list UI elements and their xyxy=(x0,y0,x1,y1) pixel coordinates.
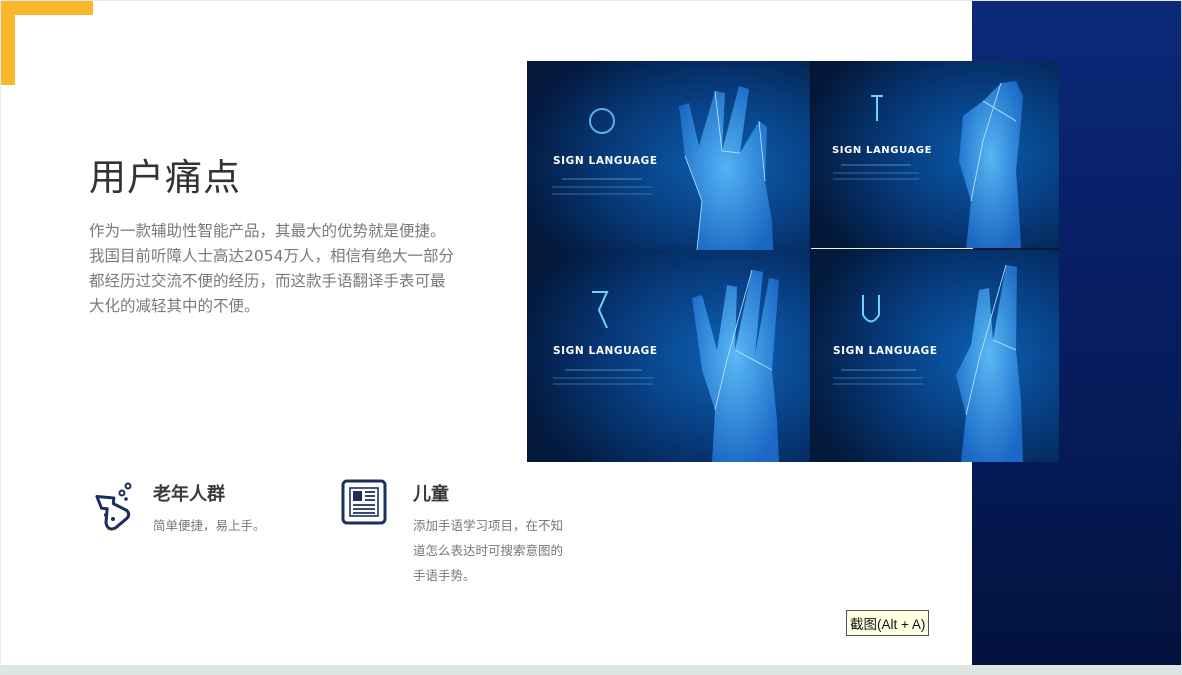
description-line: 作为一款辅助性智能产品，其最大的优势就是便捷。 xyxy=(89,222,446,240)
yellow-corner-accent xyxy=(1,1,93,85)
newspaper-icon xyxy=(341,479,387,529)
app-window: 用户痛点 作为一款辅助性智能产品，其最大的优势就是便捷。 我国目前听障人士高达2… xyxy=(0,0,1182,675)
photo-tile: SIGN LANGUAGE xyxy=(811,61,1059,248)
screenshot-tooltip: 截图(Alt + A) xyxy=(846,610,930,636)
feature-text-line: 添加手语学习项目，在不知 xyxy=(413,518,564,533)
description-line: 我国目前听障人士高达2054万人，相信有绝大一部分 xyxy=(89,247,454,265)
slide-description: 作为一款辅助性智能产品，其最大的优势就是便捷。 我国目前听障人士高达2054万人… xyxy=(89,219,499,319)
photo-tile: SIGN LANGUAGE xyxy=(527,61,810,250)
photo-tile: SIGN LANGUAGE xyxy=(811,250,1059,462)
feature-text-line: 简单便捷，易上手。 xyxy=(153,518,266,533)
sign-language-label: SIGN LANGUAGE xyxy=(833,345,938,357)
feature-title-children: 儿童 xyxy=(413,484,449,505)
feature-text-elderly: 简单便捷，易上手。 xyxy=(153,513,266,538)
sign-language-label: SIGN LANGUAGE xyxy=(553,345,658,357)
photo-tile: SIGN LANGUAGE xyxy=(527,250,810,462)
photo-divider xyxy=(811,248,973,249)
slide-title: 用户痛点 xyxy=(89,156,241,199)
flask-icon xyxy=(86,481,134,535)
photo-divider xyxy=(810,61,811,462)
description-line: 大化的减轻其中的不便。 xyxy=(89,297,260,315)
feature-text-line: 手语手势。 xyxy=(413,568,476,583)
accent-bar-vertical xyxy=(1,1,15,85)
bottom-strip xyxy=(0,665,1182,675)
presentation-slide: 用户痛点 作为一款辅助性智能产品，其最大的优势就是便捷。 我国目前听障人士高达2… xyxy=(1,1,1182,665)
feature-title-elderly: 老年人群 xyxy=(153,484,225,505)
feature-text-children: 添加手语学习项目，在不知 道怎么表达时可搜索意图的 手语手势。 xyxy=(413,513,563,588)
sign-language-label: SIGN LANGUAGE xyxy=(832,145,933,156)
sign-language-label: SIGN LANGUAGE xyxy=(553,155,658,167)
sign-language-photo: SIGN LANGUAGE SIGN LANGUAGE SIGN LANGUAG… xyxy=(527,61,1059,462)
description-line: 都经历过交流不便的经历，而这款手语翻译手表可最 xyxy=(89,272,446,290)
feature-text-line: 道怎么表达时可搜索意图的 xyxy=(413,543,564,558)
